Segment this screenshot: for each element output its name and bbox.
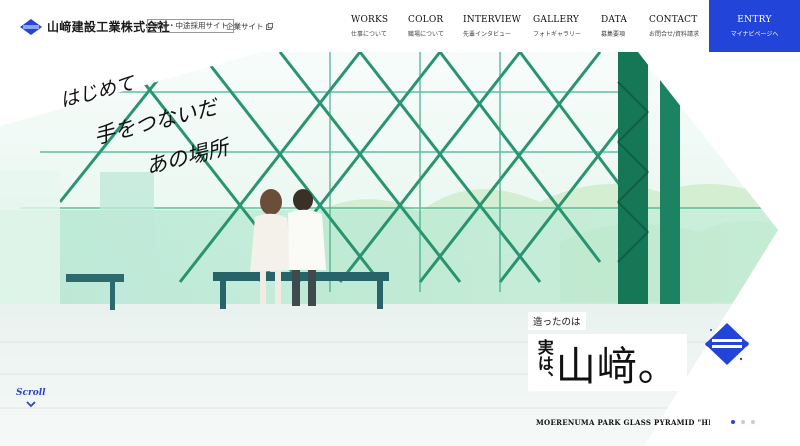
catch-main: 実は、 山﨑。 <box>528 334 687 391</box>
hero-catchcopy: 造ったのは 実は、 山﨑。 <box>528 310 687 391</box>
nav-gallery[interactable]: GALLERY フォトギャラリー <box>533 15 582 38</box>
company-logo-icon <box>20 18 42 35</box>
catch-jitsu-text: 実は、 <box>534 339 554 387</box>
nav-data[interactable]: DATA 募集要項 <box>601 15 628 38</box>
nav-gallery-ja: フォトギャラリー <box>533 31 582 38</box>
catch-company-text: 山﨑。 <box>555 344 679 390</box>
entry-button[interactable]: ENTRY マイナビページへ <box>709 0 800 52</box>
corporate-site-link[interactable]: 企業サイト <box>226 21 273 32</box>
slide-dot-2[interactable] <box>741 420 745 424</box>
nav-color-en: COLOR <box>408 15 444 25</box>
catch-small-text: 造ったのは <box>528 312 586 330</box>
photo-location-caption: MOERENUMA PARK GLASS PYRAMID "HIDAMARI" <box>536 418 710 427</box>
nav-data-ja: 募集要項 <box>601 31 626 38</box>
nav-interview-ja: 先輩インタビュー <box>463 31 512 38</box>
slide-dot-3[interactable] <box>751 420 755 424</box>
nav-interview[interactable]: INTERVIEW 先輩インタビュー <box>463 15 522 38</box>
scroll-indicator[interactable]: Scroll <box>16 388 46 408</box>
scroll-label: Scroll <box>16 388 46 398</box>
nav-color[interactable]: COLOR 職場について <box>408 15 444 38</box>
site-header: 山﨑建設工業株式会社 新卒・中途採用サイト 企業サイト WORKS 仕事について… <box>0 0 800 52</box>
chevron-down-icon <box>26 401 36 408</box>
nav-color-ja: 職場について <box>408 31 444 38</box>
nav-contact-ja: お問合せ/資料請求 <box>649 31 700 38</box>
nav-data-en: DATA <box>601 15 628 25</box>
nav-gallery-en: GALLERY <box>533 15 580 25</box>
corporate-site-label: 企業サイト <box>226 22 264 31</box>
nav-works-en: WORKS <box>351 15 389 25</box>
nav-contact-en: CONTACT <box>649 15 698 25</box>
slide-dot-1[interactable] <box>731 420 735 424</box>
nav-interview-en: INTERVIEW <box>463 15 522 25</box>
entry-label-ja: マイナビページへ <box>730 31 779 38</box>
external-link-icon <box>265 23 273 30</box>
slide-pagination <box>731 420 755 424</box>
entry-label-en: ENTRY <box>737 15 772 25</box>
nav-contact[interactable]: CONTACT お問合せ/資料請求 <box>649 15 700 38</box>
nav-works-ja: 仕事について <box>351 31 387 38</box>
nav-works[interactable]: WORKS 仕事について <box>351 15 389 38</box>
diamond-brush-logo-icon <box>705 323 749 365</box>
recruit-site-tag: 新卒・中途採用サイト <box>147 19 234 33</box>
